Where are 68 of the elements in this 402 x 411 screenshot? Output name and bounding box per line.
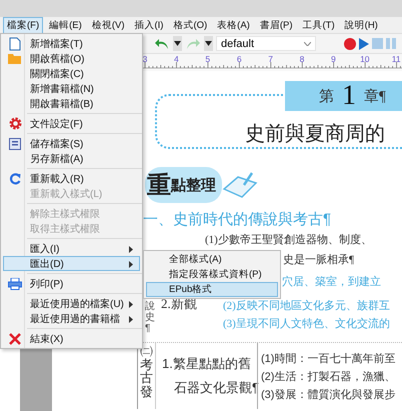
outline-text: 史是一脈相承¶ — [283, 253, 354, 267]
menu-item[interactable]: 最近使用過的書籍檔 — [3, 311, 140, 326]
settings-icon — [8, 117, 22, 130]
printer-icon — [8, 278, 22, 290]
chapter-number: 1 — [342, 82, 356, 110]
menu-item[interactable]: 列印(P) — [3, 276, 140, 291]
chevron-icon — [304, 42, 311, 46]
menu-item[interactable]: 新增檔案(T) — [3, 36, 140, 51]
menu-bar-item[interactable]: 檔案(F) — [3, 16, 44, 34]
ruler-number: 4 — [174, 54, 179, 64]
menu-item[interactable]: 開啟書籍檔(B) — [3, 96, 140, 111]
submenu-arrow-icon — [129, 301, 133, 308]
menu-item[interactable]: 關閉檔案(C) — [3, 66, 140, 81]
menu-item[interactable]: 結束(X) — [3, 331, 140, 346]
outline-text: (3)呈現不同人文特色、文化交流的 — [223, 316, 390, 330]
menu-item[interactable]: 全部樣式(A) — [146, 252, 278, 267]
ruler-number: 5 — [205, 54, 210, 64]
menu-item[interactable]: 新增書籍檔(N) — [3, 81, 140, 96]
menu-item[interactable]: 指定段落樣式資料(P) — [146, 267, 278, 282]
outline-text: (1)少數帝王聖賢創造器物、制度、 — [205, 232, 372, 247]
menu-item[interactable]: 重新載入(R) — [3, 171, 140, 186]
menu-bar-item[interactable]: 檢視(V) — [88, 16, 128, 34]
ruler-number: 10 — [360, 54, 370, 64]
menu-bar-item[interactable]: 表格(A) — [213, 16, 254, 34]
submenu-arrow-icon — [129, 261, 133, 268]
submenu-arrow-icon — [129, 316, 133, 323]
menu-bar-item[interactable]: 書眉(P) — [256, 16, 297, 34]
outline-text: 穴居、築室，到建立 — [282, 274, 381, 288]
menu-bar-item[interactable]: 格式(O) — [169, 16, 212, 34]
chapter-title: 史前與夏商周的 — [245, 123, 385, 145]
table-cell-text: 1.繁星點點的舊 — [162, 355, 252, 373]
section-heading: 一、史前時代的傳說與考古¶ — [143, 210, 332, 230]
reload-icon — [9, 172, 21, 184]
outline-text: (2)反映不同地區文化多元、族群互 — [223, 298, 390, 313]
table-cell-text: (3)發展：體質演化與發展步 — [261, 388, 396, 402]
ruler-number: 3 — [142, 54, 148, 64]
ruler-number: 8 — [300, 54, 304, 64]
ruler-number: 6 — [236, 54, 242, 64]
notebook-icon — [222, 171, 258, 199]
play-icon[interactable] — [359, 38, 369, 50]
menu-bar-item[interactable]: 說明(H) — [340, 16, 382, 34]
menu-item[interactable]: 儲存檔案(S) — [3, 136, 140, 151]
close-icon — [9, 332, 21, 344]
menu-bar-item[interactable]: 插入(I) — [130, 16, 168, 34]
record-icon[interactable] — [344, 38, 356, 50]
ruler-number: 9 — [331, 54, 336, 64]
menu-item[interactable]: 最近使用過的檔案(U) — [3, 296, 140, 311]
ruler-number: 11 — [392, 54, 401, 64]
table-cell-text: (1)時間：一百七十萬年前至 — [261, 352, 396, 366]
chapter-label-text: 章¶ — [364, 88, 386, 106]
menu-item[interactable]: 另存新檔(A) — [3, 151, 140, 166]
menu-bar-item[interactable]: 編輯(E) — [45, 16, 86, 34]
document-icon — [9, 36, 21, 50]
menu-item[interactable]: EPub格式 — [146, 282, 278, 297]
chapter-label-text: 第 — [319, 88, 334, 106]
caret-icon[interactable] — [173, 36, 182, 51]
vertical-label: 說史¶ — [145, 301, 155, 336]
caret-icon[interactable] — [204, 36, 213, 51]
menu-item[interactable]: 匯入(I) — [3, 241, 140, 256]
submenu-arrow-icon — [129, 246, 133, 253]
save-icon — [9, 138, 21, 150]
table-cell-text: (2)生活：打製石器，漁獵、 — [261, 370, 396, 384]
style-dropdown[interactable]: default — [216, 36, 316, 51]
menu-item[interactable]: 文件設定(F) — [3, 116, 140, 131]
menu-item[interactable]: 開啟舊檔(O) — [3, 51, 140, 66]
menu-item[interactable]: 匯出(D) — [3, 256, 140, 271]
menu-bar-item[interactable]: 工具(T) — [298, 16, 339, 34]
ruler-number: 7 — [268, 54, 273, 64]
